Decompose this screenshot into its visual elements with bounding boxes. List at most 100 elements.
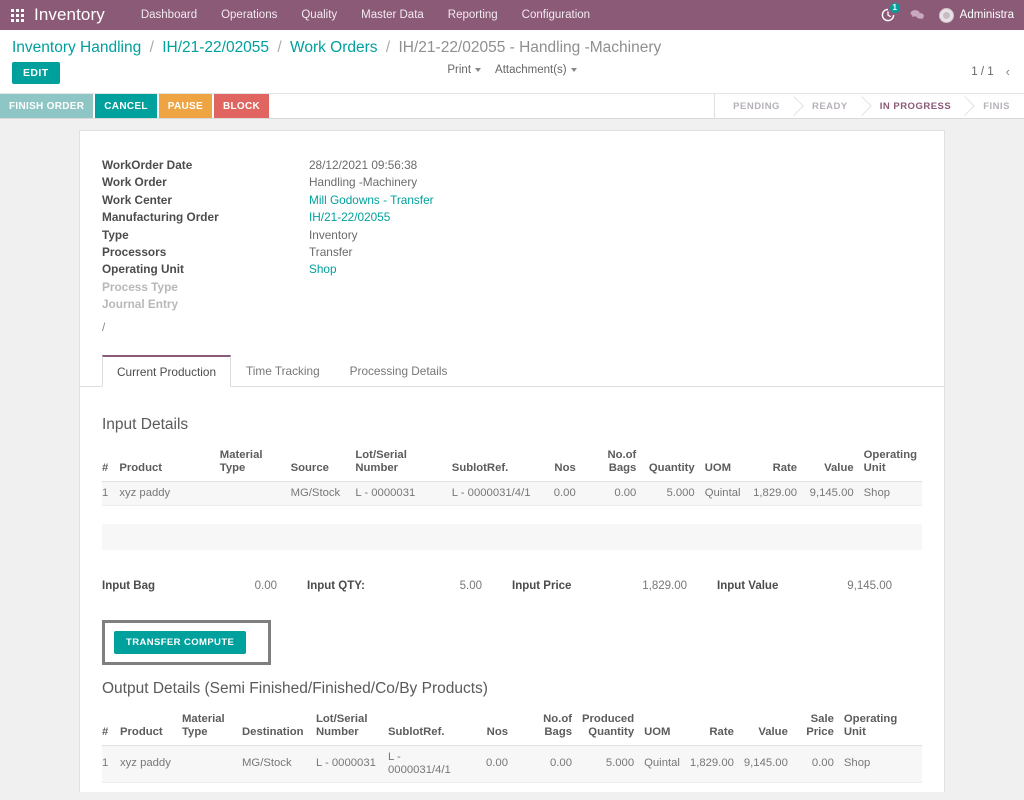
field-label: Type <box>102 227 129 242</box>
cell-nos[interactable]: 0.00 <box>465 745 513 783</box>
field-value-link[interactable]: Mill Godowns - Transfer <box>309 192 434 209</box>
cell-sale-price[interactable]: 0.00 <box>792 745 839 783</box>
cell-value[interactable]: 9,145.00 <box>802 481 859 506</box>
print-dropdown[interactable]: Print <box>447 64 482 76</box>
input-totals: Input Bag 0.00 Input QTY: 5.00 Input Pri… <box>102 580 922 592</box>
field-label: Manufacturing Order <box>102 210 219 225</box>
col-source: Source <box>285 444 351 482</box>
pause-button[interactable]: PAUSE <box>158 94 212 118</box>
field-value-link[interactable]: Shop <box>309 261 337 278</box>
field-value-link[interactable]: IH/21-22/02055 <box>309 209 390 226</box>
cancel-button[interactable]: CANCEL <box>95 94 157 118</box>
activity-badge: 1 <box>889 3 900 13</box>
cell-operating-unit[interactable]: Shop <box>858 481 922 506</box>
cell-lot-serial[interactable]: L - 0000031 <box>311 745 383 783</box>
navbar-right-tools: 1 Administra <box>873 0 1024 30</box>
status-stage-in-progress[interactable]: IN PROGRESS <box>861 94 966 118</box>
field-type: Type Inventory <box>102 227 922 244</box>
menu-item-reporting[interactable]: Reporting <box>436 0 510 30</box>
input-details-empty-row <box>102 523 922 550</box>
cell-uom[interactable]: Quintal <box>699 481 747 506</box>
cell-rate[interactable]: 1,829.00 <box>684 745 739 783</box>
cell-uom[interactable]: Quintal <box>639 745 685 783</box>
total-label: Input Price <box>512 579 572 592</box>
total-value: 5.00 <box>459 579 482 592</box>
breadcrumb-item-work-orders[interactable]: Work Orders <box>290 39 378 56</box>
breadcrumb-item-order-ref[interactable]: IH/21-22/02055 <box>162 39 269 56</box>
menu-item-quality[interactable]: Quality <box>289 0 349 30</box>
col-material-type: Material Type <box>177 708 237 746</box>
table-row[interactable]: 1 xyz paddy MG/Stock L - 0000031 L - 000… <box>102 745 922 783</box>
cell-destination[interactable]: MG/Stock <box>237 745 311 783</box>
cell-produced-quantity[interactable]: 5.000 <box>577 745 640 783</box>
transfer-compute-button[interactable]: TRANSFER COMPUTE <box>114 630 247 654</box>
cell-quantity[interactable]: 5.000 <box>641 481 700 506</box>
total-label: Input QTY: <box>307 579 365 592</box>
col-destination: Destination <box>237 708 311 746</box>
total-input-qty: Input QTY: 5.00 <box>307 580 512 592</box>
tab-current-production[interactable]: Current Production <box>102 354 232 387</box>
breadcrumb-item-inventory-handling[interactable]: Inventory Handling <box>12 39 141 56</box>
breadcrumb-separator: / <box>149 39 154 56</box>
cell-material-type[interactable] <box>177 745 237 783</box>
block-button[interactable]: BLOCK <box>213 94 270 118</box>
menu-item-configuration[interactable]: Configuration <box>510 0 602 30</box>
menu-item-dashboard[interactable]: Dashboard <box>129 0 209 30</box>
record-sheet: WorkOrder Date 28/12/2021 09:56:38 Work … <box>79 130 945 792</box>
cell-value[interactable]: 9,145.00 <box>738 745 793 783</box>
tab-processing-details[interactable]: Processing Details <box>335 355 463 387</box>
work-order-form: WorkOrder Date 28/12/2021 09:56:38 Work … <box>80 157 944 334</box>
tab-panel-current-production: Input Details # Product Material Type So… <box>80 387 944 792</box>
col-nos: Nos <box>465 708 513 746</box>
cell-operating-unit[interactable]: Shop <box>838 745 922 783</box>
finish-order-button[interactable]: FINISH ORDER <box>0 94 94 118</box>
transfer-compute-highlight: TRANSFER COMPUTE <box>102 619 272 665</box>
cell-product[interactable]: xyz paddy <box>114 481 215 506</box>
col-index: # <box>102 708 115 746</box>
cell-nos[interactable]: 0.00 <box>541 481 581 506</box>
cell-product[interactable]: xyz paddy <box>115 745 177 783</box>
input-details-body: 1 xyz paddy MG/Stock L - 0000031 L - 000… <box>102 481 922 506</box>
menu-item-operations[interactable]: Operations <box>209 0 289 30</box>
chat-bubble-icon[interactable] <box>903 0 933 30</box>
col-lot-serial: Lot/Serial Number <box>311 708 383 746</box>
col-operating-unit: Operating Unit <box>858 444 922 482</box>
cell-material-type[interactable] <box>214 481 286 506</box>
cell-no-of-bags[interactable]: 0.00 <box>513 745 577 783</box>
journal-entry-separator: / <box>102 319 106 334</box>
user-menu[interactable]: Administra <box>933 0 1022 30</box>
tab-time-tracking[interactable]: Time Tracking <box>231 355 335 387</box>
edit-button[interactable]: EDIT <box>12 62 60 84</box>
total-input-price: Input Price 1,829.00 <box>512 580 717 592</box>
clock-activity-icon[interactable]: 1 <box>873 0 903 30</box>
col-sublot-ref: SublotRef. <box>446 444 542 482</box>
app-brand-title[interactable]: Inventory <box>34 5 129 25</box>
table-header-row: # Product Material Type Source Lot/Seria… <box>102 444 922 482</box>
cell-lot-serial[interactable]: L - 0000031 <box>350 481 447 506</box>
cell-sublot-ref[interactable]: L - 0000031/4/1 <box>446 481 542 506</box>
col-sale-price: Sale Price <box>792 708 839 746</box>
col-product: Product <box>114 444 215 482</box>
cell-no-of-bags[interactable]: 0.00 <box>580 481 642 506</box>
apps-grid-icon[interactable] <box>0 0 34 30</box>
col-index: # <box>102 444 115 482</box>
cell-source[interactable]: MG/Stock <box>285 481 351 506</box>
menu-item-master-data[interactable]: Master Data <box>349 0 436 30</box>
attachments-dropdown[interactable]: Attachment(s) <box>495 64 577 76</box>
status-stage-pending[interactable]: PENDING <box>715 94 794 118</box>
field-journal-entry: Journal Entry <box>102 296 922 313</box>
field-value: 28/12/2021 09:56:38 <box>309 158 418 172</box>
chevron-left-icon[interactable]: ‹ <box>1004 64 1012 79</box>
content-area: WorkOrder Date 28/12/2021 09:56:38 Work … <box>0 119 1024 792</box>
col-lot-serial: Lot/Serial Number <box>350 444 447 482</box>
total-value: 9,145.00 <box>847 579 892 592</box>
col-product: Product <box>115 708 177 746</box>
table-row[interactable]: 1 xyz paddy MG/Stock L - 0000031 L - 000… <box>102 481 922 506</box>
table-header-row: # Product Material Type Destination Lot/… <box>102 708 922 746</box>
cell-sublot-ref[interactable]: L - 0000031/4/1 <box>383 745 465 783</box>
field-process-type: Process Type <box>102 279 922 296</box>
status-stage-ready[interactable]: READY <box>793 94 862 118</box>
status-pipeline: PENDING READY IN PROGRESS FINIS <box>714 94 1024 118</box>
cell-rate[interactable]: 1,829.00 <box>746 481 803 506</box>
col-value: Value <box>738 708 793 746</box>
